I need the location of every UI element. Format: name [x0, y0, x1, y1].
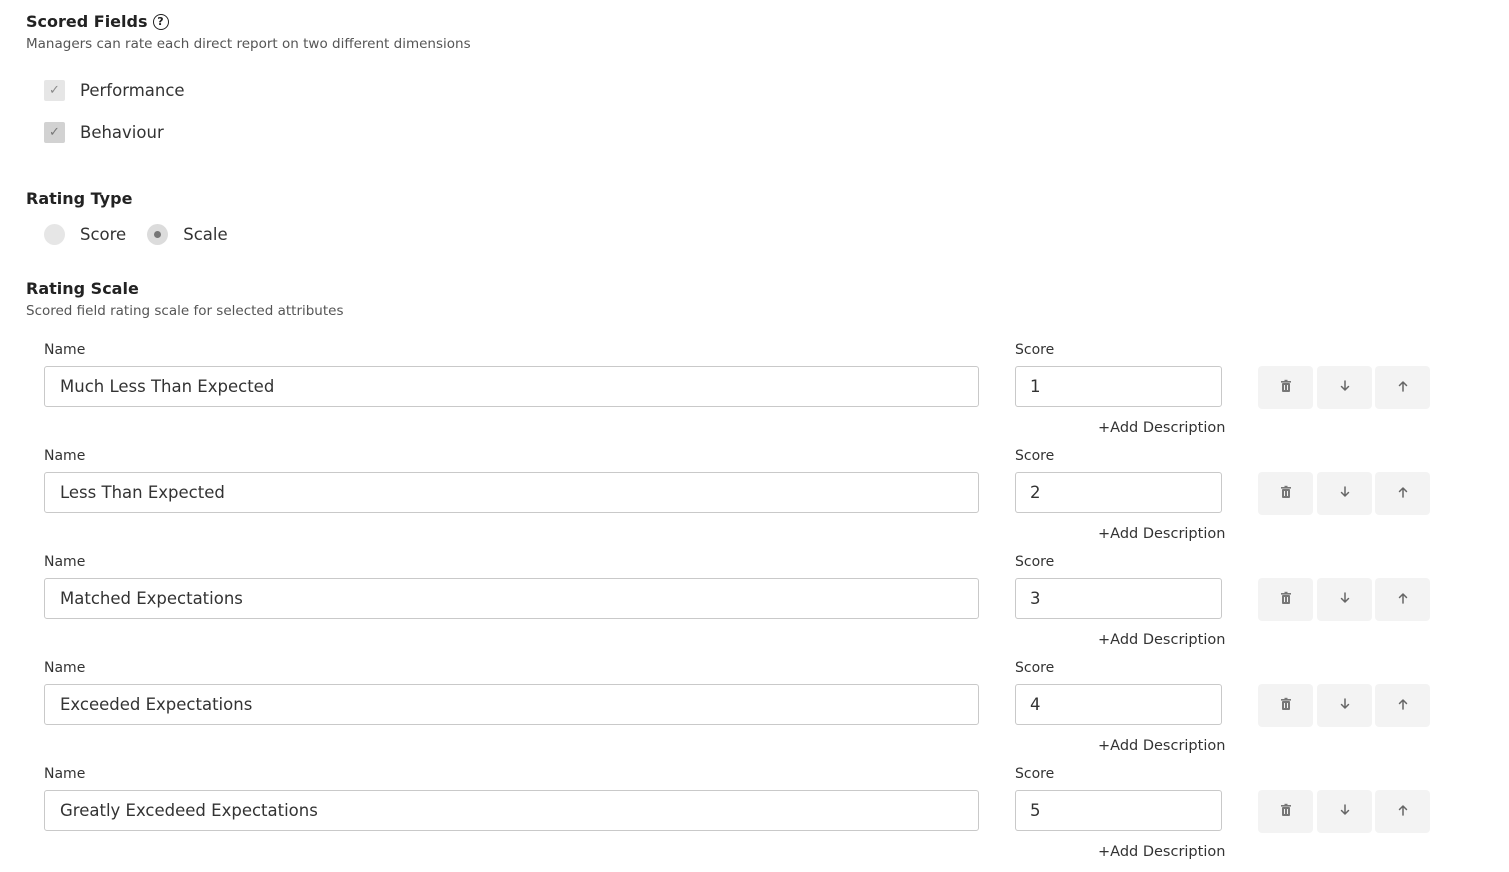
- name-label: Name: [44, 342, 86, 358]
- scale-name-input[interactable]: [44, 684, 979, 725]
- arrow-down-icon: [1338, 590, 1352, 609]
- arrow-up-icon: [1396, 802, 1410, 821]
- scale-name-input[interactable]: [44, 472, 979, 513]
- delete-row-button[interactable]: [1258, 472, 1313, 515]
- arrow-up-icon: [1396, 590, 1410, 609]
- arrow-down-icon: [1338, 484, 1352, 503]
- scored-fields-title: Scored Fields: [26, 12, 148, 31]
- trash-icon: [1279, 696, 1293, 715]
- scale-name-input[interactable]: [44, 790, 979, 831]
- trash-icon: [1279, 590, 1293, 609]
- scale-score-input[interactable]: [1015, 790, 1222, 831]
- scored-fields-heading: Scored Fields?: [26, 12, 169, 31]
- move-up-button[interactable]: [1375, 578, 1430, 621]
- delete-row-button[interactable]: [1258, 578, 1313, 621]
- trash-icon: [1279, 484, 1293, 503]
- rating-scale-subtitle: Scored field rating scale for selected a…: [26, 303, 344, 319]
- move-down-button[interactable]: [1317, 366, 1372, 409]
- score-label: Score: [1015, 660, 1055, 676]
- add-description-link[interactable]: +Add Description: [1098, 632, 1225, 648]
- rating-type-title: Rating Type: [26, 189, 133, 208]
- score-label: Score: [1015, 766, 1055, 782]
- name-label: Name: [44, 448, 86, 464]
- rating-scale-title: Rating Scale: [26, 279, 139, 298]
- rating-scale-row: Name Score +Add Description: [0, 448, 1509, 554]
- arrow-up-icon: [1396, 484, 1410, 503]
- radio-scale[interactable]: [147, 224, 169, 245]
- delete-row-button[interactable]: [1258, 366, 1313, 409]
- arrow-down-icon: [1338, 802, 1352, 821]
- rating-scale-row: Name Score +Add Description: [0, 766, 1509, 872]
- delete-row-button[interactable]: [1258, 790, 1313, 833]
- delete-row-button[interactable]: [1258, 684, 1313, 727]
- move-up-button[interactable]: [1375, 472, 1430, 515]
- arrow-down-icon: [1338, 696, 1352, 715]
- move-down-button[interactable]: [1317, 684, 1372, 727]
- score-label: Score: [1015, 448, 1055, 464]
- move-down-button[interactable]: [1317, 790, 1372, 833]
- scale-name-input[interactable]: [44, 578, 979, 619]
- check-icon[interactable]: ✓: [44, 122, 65, 143]
- add-description-link[interactable]: +Add Description: [1098, 738, 1225, 754]
- scale-score-input[interactable]: [1015, 366, 1222, 407]
- scale-name-input[interactable]: [44, 366, 979, 407]
- rating-settings-page: Scored Fields? Managers can rate each di…: [0, 0, 1509, 864]
- rating-type-radio-group: Score Scale: [44, 224, 249, 245]
- radio-score-label: Score: [80, 225, 127, 244]
- scored-fields-subtitle: Managers can rate each direct report on …: [26, 36, 471, 52]
- move-down-button[interactable]: [1317, 578, 1372, 621]
- arrow-down-icon: [1338, 378, 1352, 397]
- trash-icon: [1279, 802, 1293, 821]
- score-label: Score: [1015, 342, 1055, 358]
- checkbox-performance[interactable]: ✓ Performance: [44, 80, 185, 101]
- radio-selected-dot: [154, 231, 162, 238]
- add-description-link[interactable]: +Add Description: [1098, 420, 1225, 436]
- scale-score-input[interactable]: [1015, 684, 1222, 725]
- arrow-up-icon: [1396, 696, 1410, 715]
- name-label: Name: [44, 766, 86, 782]
- add-description-link[interactable]: +Add Description: [1098, 844, 1225, 860]
- arrow-up-icon: [1396, 378, 1410, 397]
- trash-icon: [1279, 378, 1293, 397]
- score-label: Score: [1015, 554, 1055, 570]
- question-circle-icon[interactable]: ?: [152, 14, 169, 30]
- add-description-link[interactable]: +Add Description: [1098, 526, 1225, 542]
- scale-score-input[interactable]: [1015, 472, 1222, 513]
- name-label: Name: [44, 554, 86, 570]
- name-label: Name: [44, 660, 86, 676]
- scale-score-input[interactable]: [1015, 578, 1222, 619]
- move-up-button[interactable]: [1375, 684, 1430, 727]
- move-down-button[interactable]: [1317, 472, 1372, 515]
- checkbox-behaviour[interactable]: ✓ Behaviour: [44, 122, 164, 143]
- check-icon[interactable]: ✓: [44, 80, 65, 101]
- rating-scale-row: Name Score +Add Description: [0, 554, 1509, 660]
- move-up-button[interactable]: [1375, 790, 1430, 833]
- rating-scale-row: Name Score +Add Description: [0, 342, 1509, 448]
- radio-score[interactable]: [44, 224, 65, 245]
- rating-scale-row: Name Score +Add Description: [0, 660, 1509, 766]
- checkbox-performance-label: Performance: [80, 81, 185, 100]
- checkbox-behaviour-label: Behaviour: [80, 123, 164, 142]
- radio-scale-label: Scale: [183, 225, 228, 244]
- move-up-button[interactable]: [1375, 366, 1430, 409]
